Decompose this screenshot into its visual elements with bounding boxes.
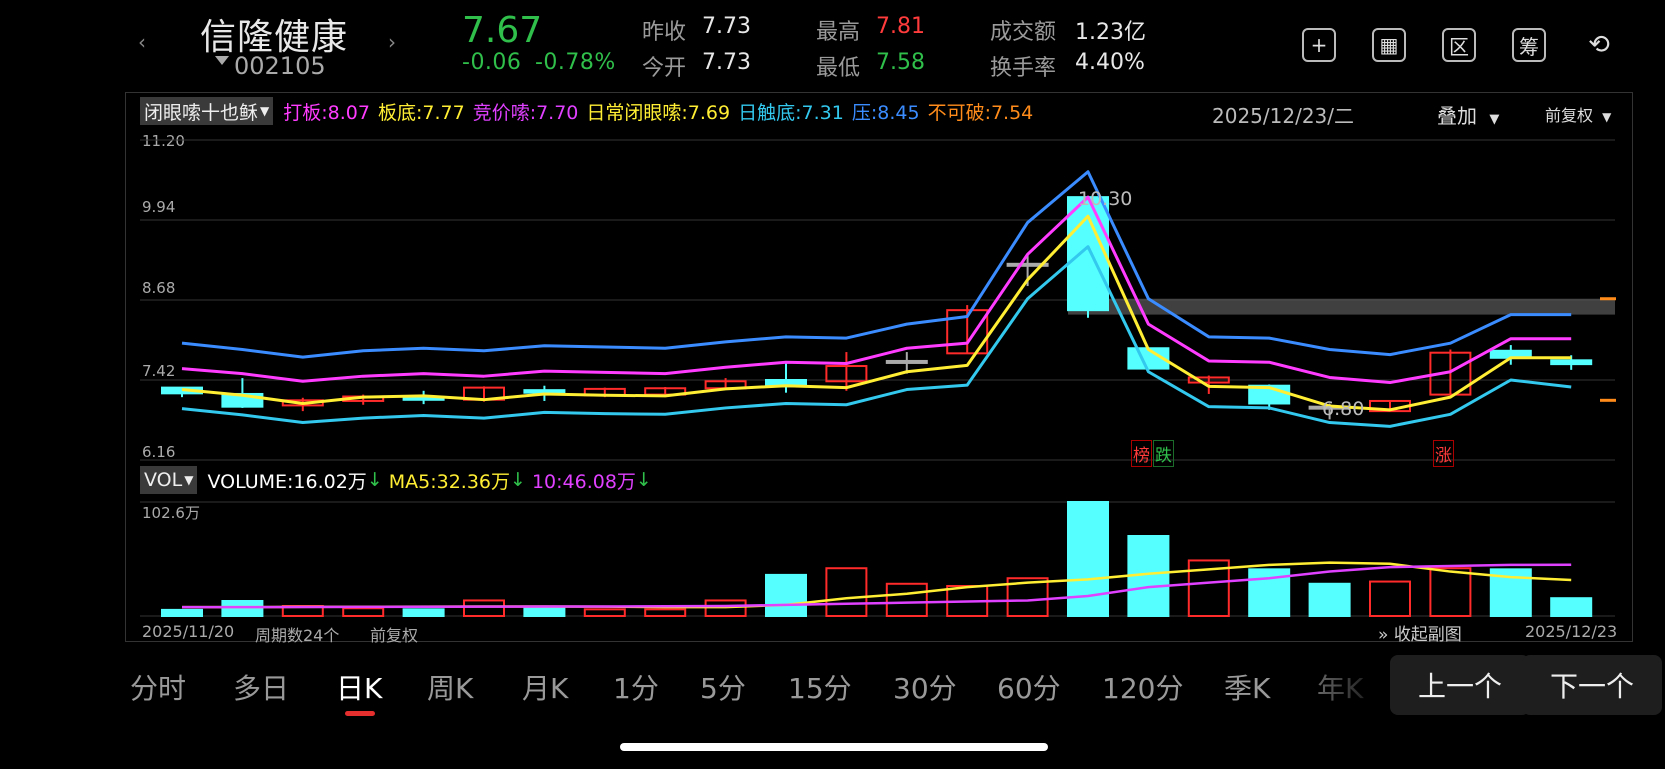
volume-ma10-line (182, 563, 1572, 609)
volume-bar (221, 600, 264, 617)
volume-selector[interactable]: VOL ▼ (140, 466, 198, 494)
dropdown-caret-icon: ▼ (184, 473, 194, 487)
volume-bar (342, 607, 385, 618)
indicator-line (181, 195, 1572, 385)
volume-bar (402, 608, 445, 617)
candle-body (885, 359, 928, 364)
tab-quarterly-k[interactable]: 季K (1224, 667, 1270, 707)
kline-chart[interactable] (0, 0, 1665, 769)
volume-ma5: MA5:32.36万 (388, 470, 511, 493)
tab-monthly-k[interactable]: 月K (522, 667, 568, 707)
volume-bar (825, 567, 868, 618)
volume-bar (1308, 582, 1351, 617)
active-tab-indicator (345, 711, 375, 716)
volume-bar (1429, 567, 1472, 618)
adjust-mode: 前复权 (370, 626, 419, 645)
candle-body (1550, 359, 1593, 366)
tab-weekly-k[interactable]: 周K (427, 667, 473, 707)
tab-daily-k[interactable]: 日K (336, 667, 382, 707)
volume-value: VOLUME:16.02万 (207, 470, 367, 493)
tab-30min[interactable]: 30分 (893, 667, 957, 707)
tab-15min[interactable]: 15分 (788, 667, 852, 707)
low-price-marker: 6.80 (1322, 398, 1365, 420)
tab-120min[interactable]: 120分 (1102, 667, 1183, 707)
down-arrow-icon: ↓ (366, 469, 383, 491)
tabs-fade (1280, 650, 1390, 710)
collapse-subchart[interactable]: » 收起副图 (1378, 620, 1462, 645)
tab-timeshare[interactable]: 分时 (130, 667, 186, 707)
volume-max-label: 102.6万 (142, 504, 200, 522)
candle-body (1067, 196, 1109, 312)
volume-indicator-bar: VOL ▼ VOLUME:16.02万 ↓ MA5:32.36万 ↓ 10:46.08… (140, 466, 652, 494)
next-button[interactable]: 下一个 (1522, 655, 1662, 715)
period-count: 周期数24个 (255, 626, 340, 645)
volume-bar (885, 582, 928, 617)
volume-bar (1369, 580, 1411, 617)
volume-bar (644, 608, 687, 617)
end-date: 2025/12/23 (1525, 622, 1618, 641)
start-date: 2025/11/20 (142, 622, 235, 641)
down-arrow-icon: ↓ (635, 469, 652, 491)
volume-selector-label: VOL (144, 469, 183, 491)
volume-bar (463, 599, 505, 618)
volume-bar (765, 573, 807, 618)
volume-bar (583, 608, 626, 617)
down-arrow-icon: ↓ (510, 469, 526, 491)
volume-bar (161, 608, 203, 618)
candle-body (523, 389, 566, 394)
rise-tag[interactable]: 涨 (1433, 440, 1454, 467)
fall-tag[interactable]: 跌 (1153, 440, 1174, 467)
tab-60min[interactable]: 60分 (997, 667, 1061, 707)
home-indicator (620, 743, 1048, 751)
volume-bar (1067, 501, 1109, 617)
collapse-label: 收起副图 (1393, 625, 1462, 645)
indicator-line (181, 170, 1572, 359)
tab-multiday[interactable]: 多日 (233, 667, 289, 707)
volume-ma10: 10:46.08万 (531, 470, 636, 493)
volume-bar (1550, 597, 1593, 618)
rank-tag[interactable]: 榜 (1131, 440, 1152, 467)
high-price-marker: 10.30 (1078, 188, 1133, 210)
collapse-icon: » (1378, 625, 1389, 645)
prev-button[interactable]: 上一个 (1390, 655, 1530, 715)
volume-bar (523, 606, 566, 617)
tab-5min[interactable]: 5分 (700, 667, 746, 707)
tab-1min[interactable]: 1分 (613, 667, 659, 707)
